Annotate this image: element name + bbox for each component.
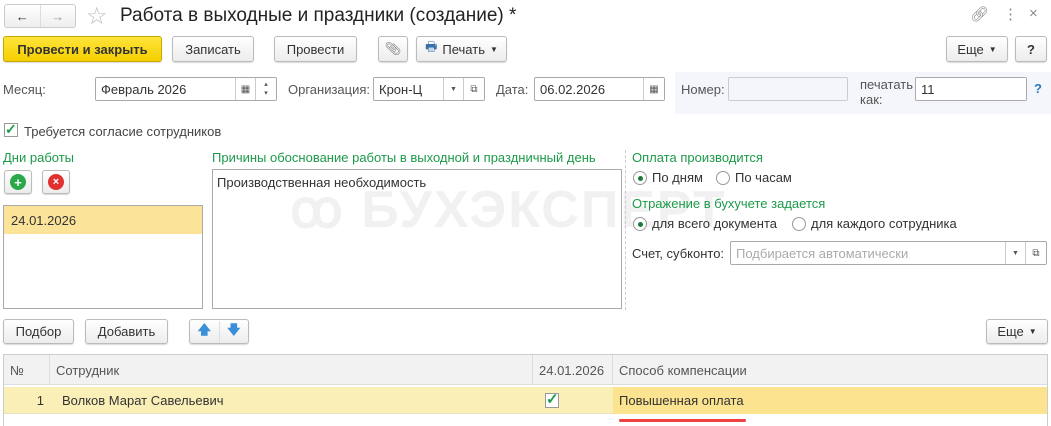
- compensation-value: Повышенная оплата: [619, 393, 744, 408]
- print-button[interactable]: 🖶 Печать ▼: [416, 36, 507, 62]
- post-button[interactable]: Провести: [274, 36, 357, 62]
- chevron-down-icon: ▼: [988, 44, 997, 54]
- forward-button[interactable]: →: [41, 5, 76, 27]
- row-day-checkbox[interactable]: ✓: [539, 387, 559, 414]
- attach-button[interactable]: 📎︎: [378, 36, 408, 62]
- date-field[interactable]: 06.02.2026 ▦: [534, 77, 665, 101]
- organization-value: Крон-Ц: [379, 81, 423, 97]
- move-buttons: 🡅 🡇: [189, 319, 249, 344]
- consent-checkbox[interactable]: ✓: [4, 122, 18, 137]
- accounting-option-label: для каждого сотрудника: [811, 216, 957, 231]
- month-value: Февраль 2026: [101, 81, 187, 97]
- number-label: Номер:: [681, 82, 725, 97]
- payment-by-hours-radio[interactable]: По часам: [716, 170, 792, 185]
- print-as-field[interactable]: 11: [915, 77, 1027, 101]
- accounting-title: Отражение в бухучете задается: [632, 196, 826, 211]
- accounting-whole-document-radio[interactable]: для всего документа: [633, 216, 777, 231]
- work-days-title: Дни работы: [3, 150, 75, 165]
- accounting-option-label: для всего документа: [652, 216, 777, 231]
- more-vert-icon[interactable]: ⋮: [1003, 5, 1018, 23]
- radio-icon: [716, 170, 730, 185]
- accounting-each-employee-radio[interactable]: для каждого сотрудника: [792, 216, 957, 231]
- row-employee[interactable]: Волков Марат Савельевич: [56, 387, 526, 414]
- column-employee[interactable]: Сотрудник: [50, 355, 533, 385]
- help-link[interactable]: ?: [1034, 81, 1042, 96]
- print-label: Печать: [442, 41, 485, 57]
- month-field[interactable]: Февраль 2026 ▦ ▴ ▾: [95, 77, 277, 101]
- more-button[interactable]: Еще ▼: [946, 36, 1008, 62]
- help-button[interactable]: ?: [1015, 36, 1047, 62]
- close-icon[interactable]: ×: [1029, 5, 1038, 22]
- month-stepper[interactable]: ▴ ▾: [255, 78, 276, 100]
- more-label: Еще: [997, 324, 1024, 339]
- number-field[interactable]: [728, 77, 848, 101]
- reasons-textarea[interactable]: Производственная необходимость: [212, 169, 622, 309]
- payment-by-days-radio[interactable]: По дням: [633, 170, 703, 185]
- checkbox-checked-icon: ✓: [545, 391, 559, 408]
- account-label: Счет, субконто:: [632, 246, 725, 261]
- paperclip-icon: 📎︎: [384, 41, 402, 56]
- column-number[interactable]: №: [4, 355, 50, 385]
- delete-icon: ×: [48, 174, 64, 190]
- table-row[interactable]: 1 Волков Марат Савельевич ✓ Повышенная о…: [4, 387, 1047, 414]
- add-button[interactable]: Добавить: [85, 319, 168, 344]
- save-button[interactable]: Записать: [172, 36, 254, 62]
- link-icon[interactable]: 🔗︎: [970, 5, 989, 23]
- page-title: Работа в выходные и праздники (создание)…: [120, 5, 517, 26]
- radio-icon: [633, 216, 647, 231]
- table-header: № Сотрудник 24.01.2026 Способ компенсаци…: [4, 355, 1047, 385]
- delete-day-button[interactable]: ×: [42, 170, 70, 194]
- post-and-close-button[interactable]: Провести и закрыть: [3, 36, 162, 62]
- work-days-list[interactable]: 24.01.2026: [3, 205, 203, 309]
- row-compensation[interactable]: Повышенная оплата: [613, 387, 1047, 414]
- dropdown-icon[interactable]: ▼: [443, 78, 463, 100]
- radio-icon: [633, 170, 647, 185]
- account-field[interactable]: Подбирается автоматически ▼ ⧉: [730, 241, 1047, 265]
- red-underline: [619, 419, 746, 422]
- nav-buttons: ← →: [4, 4, 76, 28]
- add-day-button[interactable]: +: [4, 170, 32, 194]
- back-button[interactable]: ←: [5, 5, 41, 27]
- payment-option-label: По часам: [735, 170, 792, 185]
- month-label: Месяц:: [3, 82, 46, 97]
- divider: [625, 150, 626, 310]
- chevron-down-icon: ▼: [489, 44, 498, 54]
- organization-field[interactable]: Крон-Ц ▼ ⧉: [373, 77, 485, 101]
- work-day-item[interactable]: 24.01.2026: [4, 206, 202, 234]
- payment-title: Оплата производится: [632, 150, 763, 165]
- open-icon[interactable]: ⧉: [1025, 242, 1046, 264]
- payment-option-label: По дням: [652, 170, 703, 185]
- print-as-label: печатать как:: [860, 77, 914, 107]
- open-icon[interactable]: ⧉: [463, 78, 484, 100]
- date-value: 06.02.2026: [540, 81, 606, 97]
- select-button[interactable]: Подбор: [3, 319, 74, 344]
- more-label: Еще: [957, 41, 984, 57]
- plus-icon: +: [10, 174, 26, 190]
- calendar-icon[interactable]: ▦: [235, 78, 255, 100]
- date-label: Дата:: [496, 82, 529, 97]
- table-more-button[interactable]: Еще ▼: [986, 319, 1048, 344]
- row-number: 1: [36, 393, 44, 408]
- move-down-icon[interactable]: 🡇: [220, 321, 249, 343]
- move-up-icon[interactable]: 🡅: [190, 320, 220, 343]
- radio-icon: [792, 216, 806, 231]
- consent-label: Требуется согласие сотрудников: [24, 124, 222, 139]
- calendar-icon[interactable]: ▦: [643, 78, 664, 100]
- favorite-star-icon[interactable]: ☆: [86, 2, 108, 31]
- employees-table: № Сотрудник 24.01.2026 Способ компенсаци…: [3, 354, 1048, 426]
- printer-icon: 🖶: [425, 39, 438, 54]
- organization-label: Организация:: [288, 82, 371, 97]
- chevron-down-icon: ▼: [1028, 327, 1037, 336]
- dropdown-icon[interactable]: ▼: [1005, 242, 1025, 264]
- reasons-title: Причины обоснование работы в выходной и …: [212, 150, 596, 165]
- column-compensation[interactable]: Способ компенсации: [613, 355, 1047, 385]
- column-date[interactable]: 24.01.2026: [533, 355, 613, 385]
- account-placeholder: Подбирается автоматически: [736, 245, 909, 261]
